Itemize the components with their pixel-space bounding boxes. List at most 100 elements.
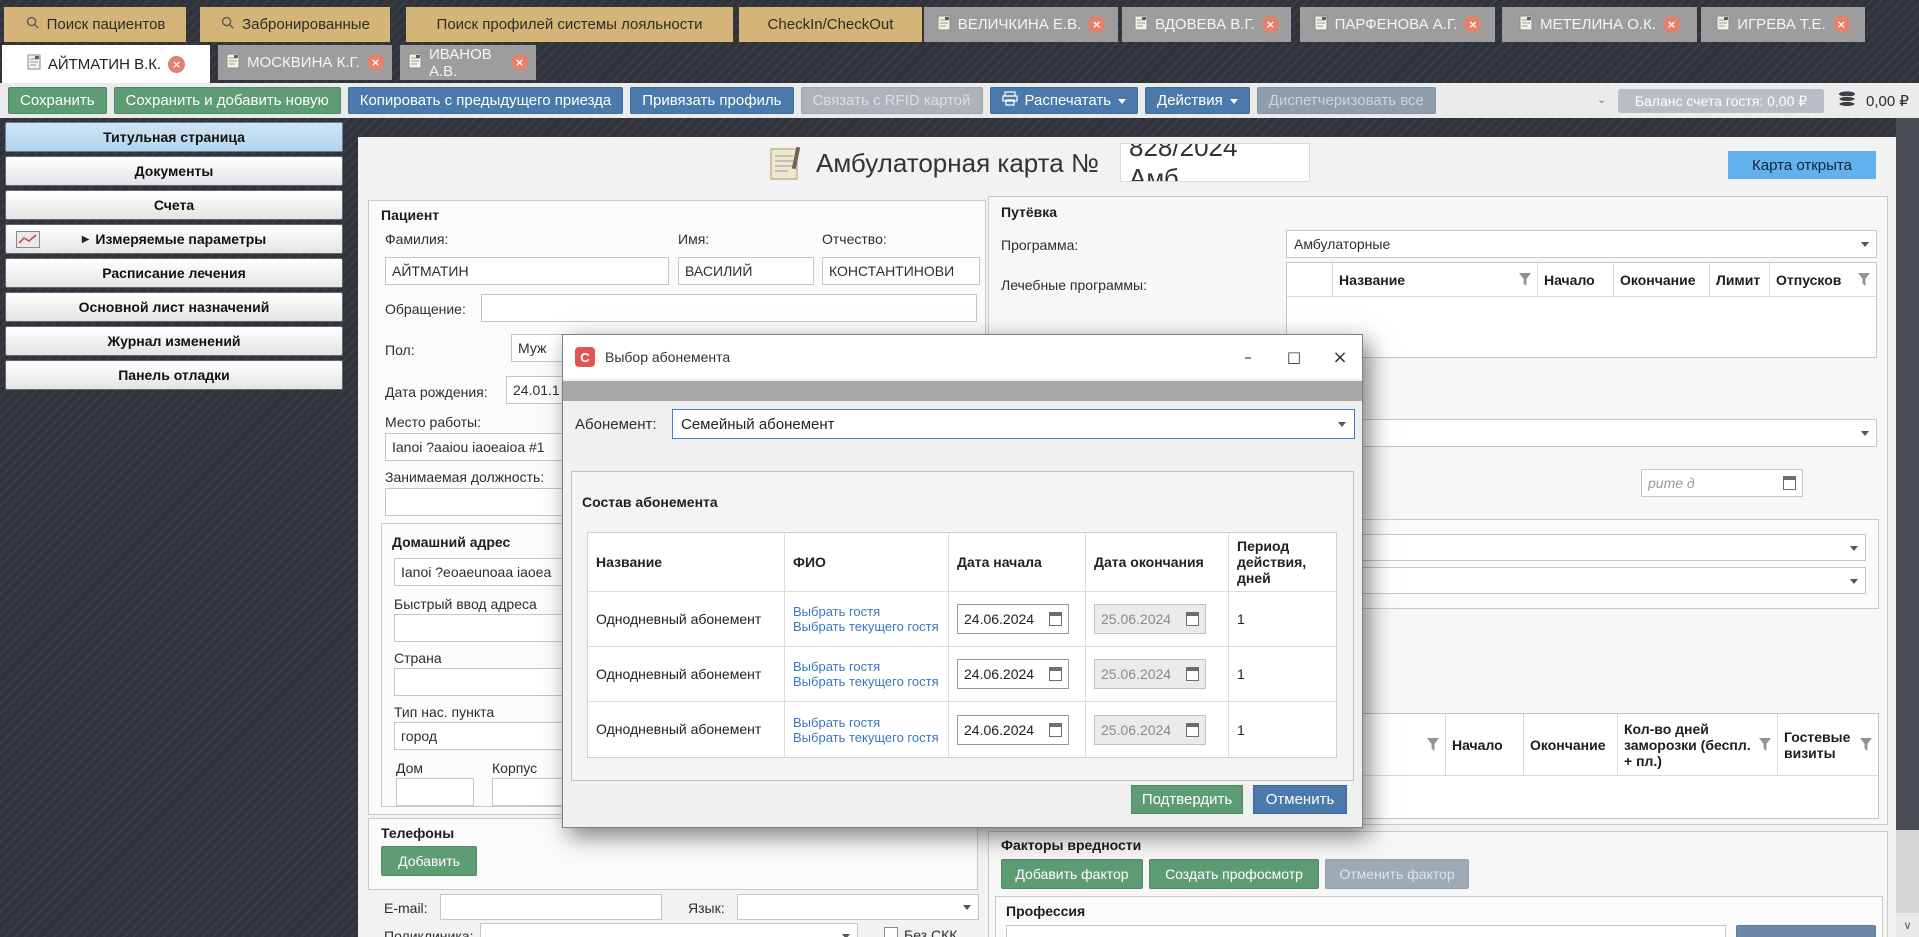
tab-checkin-checkout[interactable]: CheckIn/CheckOut [739,7,922,42]
filter-icon[interactable] [1759,738,1771,751]
sidebar-item-measured-params[interactable]: ▶ Измеряемые параметры [5,224,343,254]
polyclinic-label: Поликлиника: [384,928,473,937]
firstname-input[interactable]: ВАСИЛИЙ [678,257,814,285]
document-icon [27,54,41,74]
tab-loyalty-search[interactable]: Поиск профилей системы лояльности [406,7,733,42]
close-icon[interactable]: × [511,54,528,71]
treatment-col-name[interactable]: Название [1333,263,1538,296]
close-icon[interactable]: × [1663,16,1680,33]
sidebar-item-invoices[interactable]: Счета [5,190,343,220]
lastname-input[interactable]: АЙТМАТИН [385,257,669,285]
calendar-icon[interactable] [1049,723,1062,737]
tab-patient-vdoveva[interactable]: ВДОВЕВА В.Г. × [1122,7,1291,42]
close-icon[interactable]: × [168,56,185,73]
maximize-icon[interactable]: □ [1272,335,1316,379]
actions-button[interactable]: Действия [1145,87,1250,114]
calendar-icon[interactable] [1049,612,1062,626]
select-current-guest-link[interactable]: Выбрать текущего гостя [793,674,940,689]
add-phone-button[interactable]: Добавить [381,846,477,876]
settlement-type-label: Тип нас. пункта [394,704,494,720]
chevron-down-icon [1850,579,1858,588]
sidebar-item-treatment-schedule[interactable]: Расписание лечения [5,258,343,288]
create-medcheck-button[interactable]: Создать профосмотр [1149,859,1319,889]
start-date-input[interactable]: 24.06.2024 [957,659,1069,689]
tab-patient-ivanov[interactable]: ИВАНОВ А.В. × [400,45,536,80]
vertical-scrollbar[interactable]: ∨ [1896,118,1919,937]
freeze-col-days[interactable]: Кол-во дней заморозки (беспл. + пл.) [1618,714,1778,775]
filter-icon[interactable] [1860,738,1872,751]
freeze-col-end[interactable]: Окончание [1524,714,1618,775]
tab-booked[interactable]: Забронированные [200,7,390,42]
freeze-col-start[interactable]: Начало [1446,714,1524,775]
close-icon[interactable]: × [367,54,384,71]
polyclinic-select[interactable] [480,923,858,937]
copy-previous-visit-button[interactable]: Копировать с предыдущего приезда [348,87,624,114]
select-guest-link[interactable]: Выбрать гостя [793,659,940,674]
filter-icon[interactable] [1519,273,1531,286]
close-icon[interactable]: × [1833,16,1850,33]
treatment-col-start[interactable]: Начало [1538,263,1614,296]
sidebar-item-debug-panel[interactable]: Панель отладки [5,360,343,390]
tab-patient-search[interactable]: Поиск пациентов [4,7,186,42]
salutation-input[interactable] [481,294,977,322]
close-icon[interactable]: × [1464,16,1481,33]
card-number-field[interactable]: 828/2024 Амб. [1120,143,1310,182]
toolbar-overflow-chevron-icon[interactable]: ⌄ [1597,93,1606,106]
no-skk-checkbox[interactable] [884,927,898,937]
tab-patient-parfenova[interactable]: ПАРФЕНОВА А.Г. × [1300,7,1495,42]
scrollbar-thumb[interactable] [1896,118,1919,830]
middlename-input[interactable]: КОНСТАНТИНОВИ [822,257,980,285]
program-select[interactable]: Амбулаторные [1286,230,1877,258]
expand-arrow-icon[interactable]: ▶ [82,234,90,245]
start-date-input[interactable]: 24.06.2024 [957,715,1069,745]
house-input[interactable] [396,778,474,806]
select-guest-link[interactable]: Выбрать гостя [793,604,940,619]
email-label: E-mail: [384,900,428,916]
sidebar-item-main-prescription-sheet[interactable]: Основной лист назначений [5,292,343,322]
save-and-add-button[interactable]: Сохранить и добавить новую [114,87,341,114]
calendar-icon[interactable] [1049,667,1062,681]
calendar-icon[interactable] [1783,476,1796,490]
sidebar-item-title-page[interactable]: Титульная страница [5,122,343,152]
abonement-select[interactable]: Семейный абонемент [672,409,1355,439]
filter-icon[interactable] [1427,738,1439,751]
document-icon [226,53,240,73]
calendar-icon [1186,723,1199,737]
close-icon[interactable]: × [1088,16,1105,33]
close-icon[interactable]: × [1318,335,1362,379]
language-select[interactable] [737,894,979,920]
sidebar-item-documents[interactable]: Документы [5,156,343,186]
tab-patient-igreva[interactable]: ИГРЕВА Т.Е. × [1701,7,1865,42]
print-button[interactable]: Распечатать [990,87,1139,114]
confirm-button[interactable]: Подтвердить [1131,785,1243,814]
search-icon [25,15,40,34]
sidebar-item-change-log[interactable]: Журнал изменений [5,326,343,356]
filter-icon[interactable] [1858,273,1870,286]
save-button[interactable]: Сохранить [8,87,107,114]
profession-input[interactable] [1006,925,1726,937]
tab-patient-metelina[interactable]: МЕТЕЛИНА О.К. × [1502,7,1697,42]
profession-action-button[interactable] [1736,925,1876,937]
treatment-col-vacations[interactable]: Отпусков [1770,263,1876,296]
middlename-label: Отчество: [822,231,887,247]
select-guest-link[interactable]: Выбрать гостя [793,715,940,730]
start-date-input[interactable]: 24.06.2024 [957,604,1069,634]
date-hint-input[interactable]: рите д [1641,469,1803,497]
bind-profile-button[interactable]: Привязать профиль [630,87,793,114]
tab-patient-aitmatin-active[interactable]: АЙТМАТИН В.К. × [2,45,210,83]
phones-group: Телефоны Добавить [368,818,978,890]
freeze-col-guest-visits[interactable]: Гостевые визиты [1778,714,1878,775]
add-factor-button[interactable]: Добавить фактор [1001,859,1143,889]
close-icon[interactable]: × [1262,16,1279,33]
scrollbar-down-arrow[interactable]: ∨ [1896,913,1919,937]
minimize-icon[interactable]: – [1226,335,1270,379]
cancel-button[interactable]: Отменить [1253,785,1347,814]
treatment-col-limit[interactable]: Лимит [1710,263,1770,296]
tab-patient-moskvina[interactable]: МОСКВИНА К.Г. × [218,45,392,80]
select-current-guest-link[interactable]: Выбрать текущего гостя [793,730,940,745]
email-input[interactable] [440,894,662,920]
tab-patient-velichkina[interactable]: ВЕЛИЧКИНА Е.В. × [924,7,1118,42]
building-input[interactable] [492,778,570,806]
select-current-guest-link[interactable]: Выбрать текущего гостя [793,619,940,634]
treatment-col-end[interactable]: Окончание [1614,263,1710,296]
